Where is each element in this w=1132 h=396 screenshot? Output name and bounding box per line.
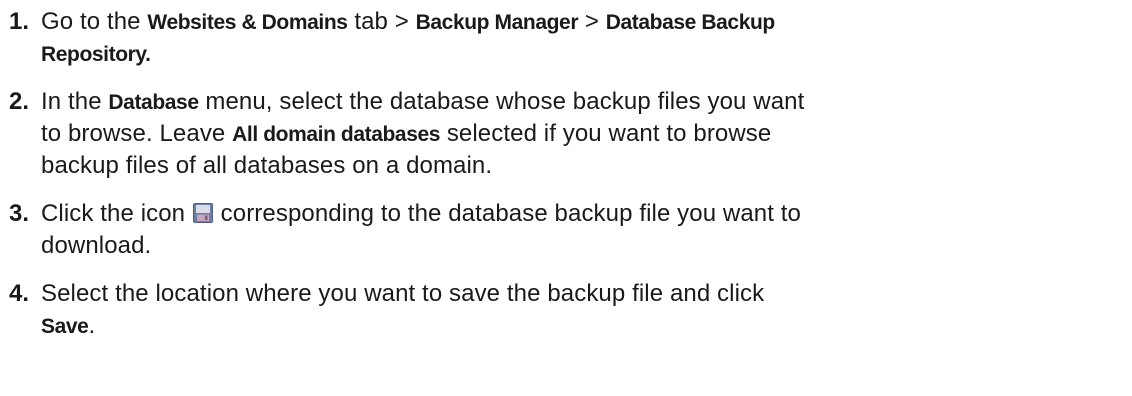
step-text-part: Click the icon bbox=[41, 200, 192, 227]
step-text-part: > bbox=[578, 8, 606, 35]
step-text-part: backup files of all databases on a domai… bbox=[41, 152, 493, 179]
step-text-part: menu, select the database whose backup f… bbox=[198, 88, 805, 115]
step-number: 2. bbox=[9, 88, 30, 115]
ui-label-database-backup: Database Backup bbox=[605, 11, 775, 34]
ui-label-save: Save bbox=[41, 315, 89, 338]
step-text: Go to the Websites & Domains tab > Backu… bbox=[41, 6, 1121, 70]
step-text-part: selected if you want to browse bbox=[440, 120, 772, 147]
step-text: Click the icon corresponding to the data… bbox=[41, 198, 1121, 262]
step-text-part: tab > bbox=[347, 8, 416, 35]
step-text: Select the location where you want to sa… bbox=[41, 278, 1121, 342]
step-number: 3. bbox=[9, 200, 30, 227]
save-icon bbox=[192, 203, 213, 223]
ui-label-backup-manager: Backup Manager bbox=[415, 11, 579, 34]
step-text-part: Select the location where you want to sa… bbox=[41, 280, 765, 307]
step-text-part: to browse. Leave bbox=[41, 120, 233, 147]
ui-label-database: Database bbox=[108, 91, 199, 114]
step-text-part: corresponding to the database backup fil… bbox=[213, 200, 802, 227]
ui-label-all-domain-databases: All domain databases bbox=[232, 123, 441, 146]
step-number: 4. bbox=[9, 280, 30, 307]
ui-label-websites-domains: Websites & Domains bbox=[147, 11, 348, 34]
step-text: In the Database menu, select the databas… bbox=[41, 86, 1121, 182]
step-text-part: Go to the bbox=[41, 8, 148, 35]
step-text-part: . bbox=[88, 312, 96, 339]
step-text-part: download. bbox=[41, 232, 152, 259]
step-text-part: In the bbox=[41, 88, 109, 115]
ui-label-repository: Repository. bbox=[41, 43, 151, 66]
step-number: 1. bbox=[9, 8, 30, 35]
